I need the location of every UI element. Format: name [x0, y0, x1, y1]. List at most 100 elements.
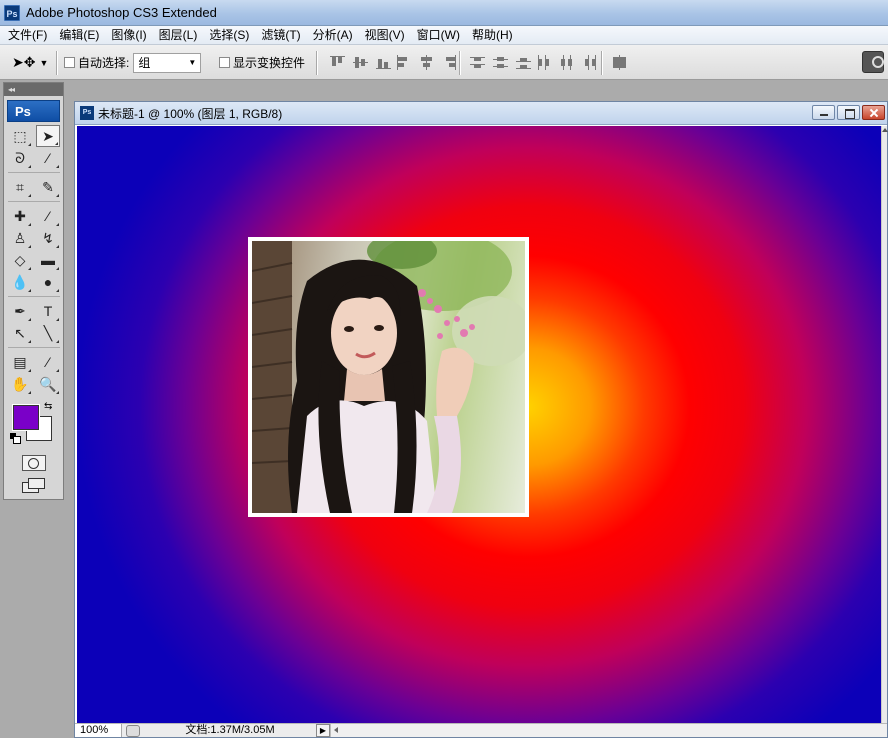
toolbox-collapse-handle[interactable]: ◂◂	[4, 83, 63, 96]
menu-view[interactable]: 视图(V)	[359, 26, 411, 45]
clone-stamp-tool-icon[interactable]: ♙	[8, 227, 32, 249]
minimize-button[interactable]	[812, 105, 835, 120]
auto-select-option: 自动选择: 组 ▼	[64, 45, 202, 80]
close-button[interactable]	[862, 105, 885, 120]
distribute-top-edges-icon[interactable]	[469, 54, 486, 71]
distribute-left-edges-icon[interactable]	[535, 54, 552, 71]
document-title: 未标题-1 @ 100% (图层 1, RGB/8)	[98, 106, 283, 121]
document-size-info: 文档:1.37M/3.05M	[185, 724, 275, 736]
auto-select-label: 自动选择:	[78, 56, 130, 70]
screen-mode-icon	[27, 478, 45, 489]
history-brush-tool-icon[interactable]: ↯	[36, 227, 60, 249]
document-icon: Ps	[80, 106, 94, 120]
auto-select-dropdown[interactable]: 组 ▼	[133, 52, 202, 73]
menu-select[interactable]: 选择(S)	[203, 26, 255, 45]
swap-colors-icon[interactable]: ⇆	[44, 401, 52, 412]
foreground-color-swatch[interactable]	[12, 404, 40, 431]
separator	[8, 169, 60, 173]
status-menu-arrow-icon[interactable]: ▶	[316, 724, 330, 737]
gradient-tool-icon[interactable]: ▬	[36, 249, 60, 271]
maximize-button[interactable]	[837, 105, 860, 120]
color-swatches: ⇆	[4, 401, 63, 449]
photo-layer[interactable]	[248, 237, 529, 517]
move-tool-icon: ➤✥	[12, 54, 36, 70]
auto-select-checkbox[interactable]	[64, 57, 75, 68]
tool-grid: ⬚ ➤ ᘐ ⁄ ⌗ ✎ ✚ ⁄ ♙ ↯ ◇ ▬ 💧 ● ✒ T ↖ ╲ ▤ ⁄ …	[4, 125, 63, 395]
screen-mode-button[interactable]	[20, 477, 48, 495]
chevron-down-icon: ▼	[188, 58, 197, 67]
pen-tool-icon[interactable]: ✒	[8, 300, 32, 322]
tool-preset-picker[interactable]: ➤✥ ▼	[12, 45, 48, 80]
bridge-button[interactable]	[862, 51, 884, 73]
document-title-bar[interactable]: Ps 未标题-1 @ 100% (图层 1, RGB/8)	[75, 102, 887, 125]
quick-mask-icon	[28, 457, 39, 469]
photoshop-app-icon: Ps	[4, 4, 20, 21]
menu-help[interactable]: 帮助(H)	[466, 26, 519, 45]
distribute-vertical-centers-icon[interactable]	[492, 54, 509, 71]
portrait-photo	[252, 241, 525, 513]
separator	[459, 51, 461, 75]
portrait-illustration	[252, 241, 525, 513]
notes-tool-icon[interactable]: ▤	[8, 351, 32, 373]
separator	[8, 198, 60, 202]
blur-tool-icon[interactable]: 💧	[8, 271, 32, 293]
align-group-1	[329, 45, 392, 80]
menu-file[interactable]: 文件(F)	[0, 26, 53, 45]
line-tool-icon[interactable]: ╲	[36, 322, 60, 344]
distribute-group-1	[469, 45, 532, 80]
show-transform-option: 显示变换控件	[219, 45, 305, 80]
align-horizontal-centers-icon[interactable]	[418, 54, 435, 71]
menu-image[interactable]: 图像(I)	[105, 26, 152, 45]
window-controls	[812, 105, 885, 120]
photoshop-logo[interactable]: Ps	[7, 100, 60, 122]
quick-mask-button[interactable]	[21, 455, 46, 471]
align-group-2	[395, 45, 458, 80]
align-top-edges-icon[interactable]	[329, 54, 346, 71]
menu-analysis[interactable]: 分析(A)	[307, 26, 359, 45]
show-transform-checkbox[interactable]	[219, 57, 230, 68]
align-right-edges-icon[interactable]	[441, 54, 458, 71]
menu-edit[interactable]: 编辑(E)	[53, 26, 105, 45]
eyedropper-tool-icon[interactable]: ⁄	[36, 351, 60, 373]
type-tool-icon[interactable]: T	[36, 300, 60, 322]
separator	[601, 51, 603, 75]
move-tool-icon[interactable]: ➤	[36, 125, 60, 147]
healing-brush-tool-icon[interactable]: ✚	[8, 205, 32, 227]
image-canvas[interactable]	[77, 126, 881, 723]
crop-tool-icon[interactable]: ⌗	[8, 176, 32, 198]
distribute-bottom-edges-icon[interactable]	[515, 54, 532, 71]
brush-tool-icon[interactable]: ⁄	[36, 205, 60, 227]
auto-select-value: 组	[138, 56, 151, 70]
auto-align-layers-icon[interactable]	[611, 54, 628, 71]
toolbox-panel: ◂◂ Ps ⬚ ➤ ᘐ ⁄ ⌗ ✎ ✚ ⁄ ♙ ↯ ◇ ▬ 💧 ● ✒ T ↖ …	[3, 82, 64, 500]
magic-wand-tool-icon[interactable]: ⁄	[36, 147, 60, 169]
status-bar: 100% 文档:1.37M/3.05M ▶	[75, 723, 887, 737]
menu-window[interactable]: 窗口(W)	[411, 26, 466, 45]
distribute-right-edges-icon[interactable]	[581, 54, 598, 71]
lasso-tool-icon[interactable]: ᘐ	[8, 147, 32, 169]
horizontal-scrollbar[interactable]	[330, 724, 887, 737]
eraser-tool-icon[interactable]: ◇	[8, 249, 32, 271]
zoom-tool-icon[interactable]: 🔍	[36, 373, 60, 395]
vertical-scrollbar[interactable]	[881, 126, 888, 723]
default-colors-icon[interactable]	[10, 433, 21, 444]
status-options-icon[interactable]	[126, 724, 140, 737]
separator	[316, 51, 318, 75]
menu-filter[interactable]: 滤镜(T)	[255, 26, 306, 45]
distribute-group-2	[535, 45, 598, 80]
align-left-edges-icon[interactable]	[395, 54, 412, 71]
slice-tool-icon[interactable]: ✎	[36, 176, 60, 198]
menu-layer[interactable]: 图层(L)	[153, 26, 204, 45]
zoom-level-field[interactable]: 100%	[75, 724, 122, 737]
align-bottom-edges-icon[interactable]	[375, 54, 392, 71]
menu-bar: 文件(F) 编辑(E) 图像(I) 图层(L) 选择(S) 滤镜(T) 分析(A…	[0, 26, 888, 45]
dodge-tool-icon[interactable]: ●	[36, 271, 60, 293]
title-bar: Ps Adobe Photoshop CS3 Extended	[0, 0, 888, 26]
hand-tool-icon[interactable]: ✋	[8, 373, 32, 395]
path-selection-tool-icon[interactable]: ↖	[8, 322, 32, 344]
options-bar: ➤✥ ▼ 自动选择: 组 ▼ 显示变换控件	[0, 45, 888, 80]
separator	[56, 51, 58, 75]
align-vertical-centers-icon[interactable]	[352, 54, 369, 71]
distribute-horizontal-centers-icon[interactable]	[558, 54, 575, 71]
marquee-tool-icon[interactable]: ⬚	[8, 125, 32, 147]
